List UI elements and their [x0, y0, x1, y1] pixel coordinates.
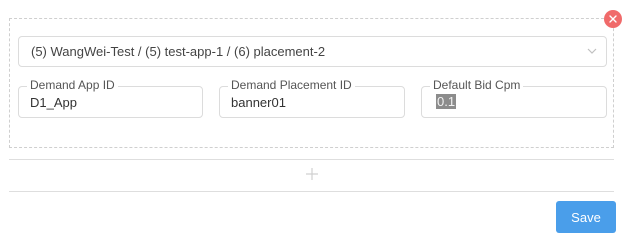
default-bid-cpm-value: 0.1	[436, 94, 457, 109]
plus-icon	[306, 168, 318, 180]
divider-top	[9, 159, 614, 160]
default-bid-cpm-field[interactable]: Default Bid Cpm 0.1	[421, 78, 607, 118]
divider-bottom	[9, 191, 614, 192]
demand-app-id-value: D1_App	[30, 95, 77, 110]
demand-placement-id-field[interactable]: Demand Placement ID banner01	[219, 78, 405, 118]
placement-select-value: (5) WangWei-Test / (5) test-app-1 / (6) …	[31, 44, 326, 59]
add-placement-button[interactable]	[304, 166, 320, 182]
demand-placement-id-value: banner01	[231, 95, 286, 110]
placement-form: (5) WangWei-Test / (5) test-app-1 / (6) …	[0, 0, 632, 244]
demand-app-id-label: Demand App ID	[27, 78, 118, 93]
default-bid-cpm-label: Default Bid Cpm	[430, 78, 524, 93]
save-button[interactable]: Save	[556, 201, 616, 233]
demand-placement-id-label: Demand Placement ID	[228, 78, 355, 93]
chevron-down-icon	[587, 48, 597, 54]
demand-app-id-field[interactable]: Demand App ID D1_App	[18, 78, 203, 118]
close-icon	[609, 15, 617, 23]
placement-select[interactable]: (5) WangWei-Test / (5) test-app-1 / (6) …	[18, 36, 607, 67]
remove-placement-button[interactable]	[604, 10, 622, 28]
